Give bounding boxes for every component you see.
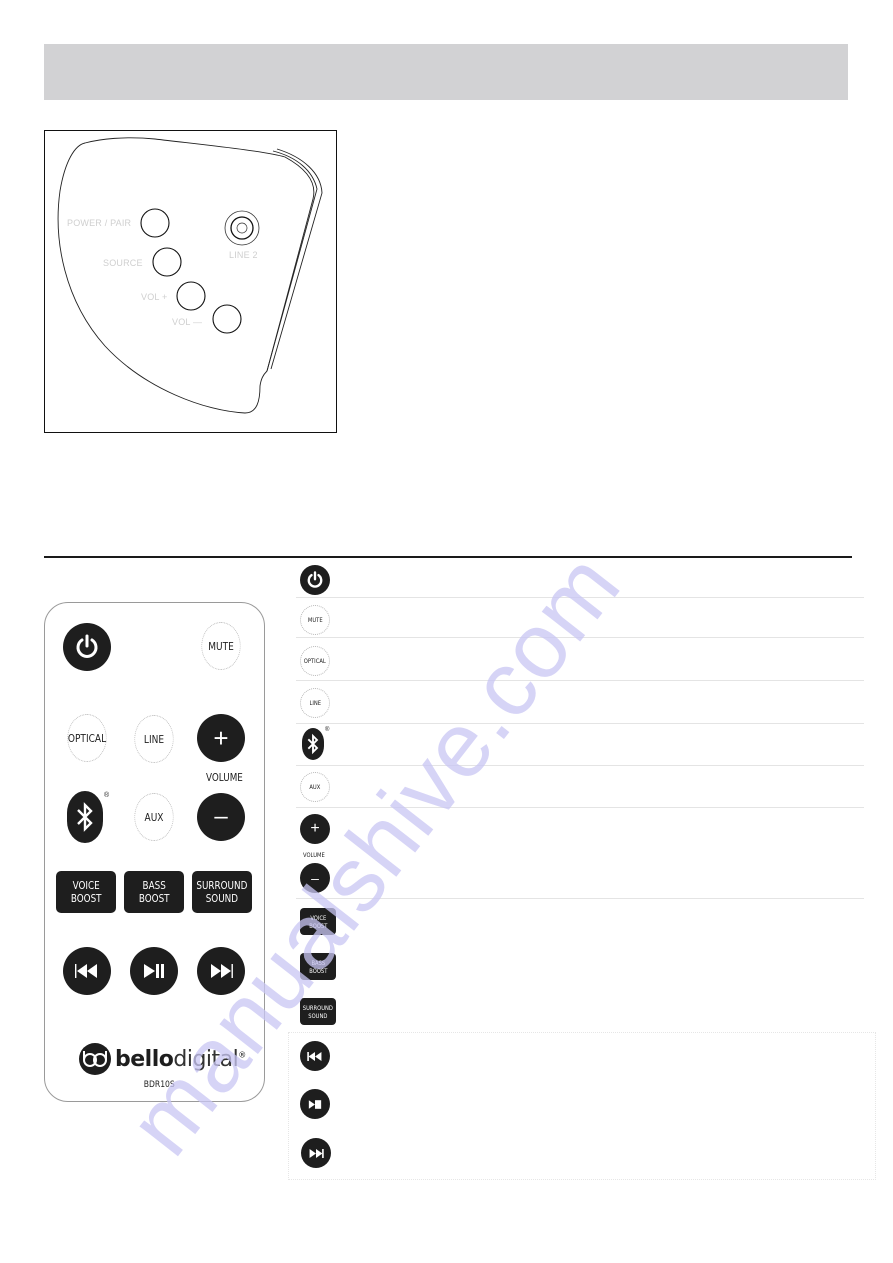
brand-bold: bello [115,1046,174,1072]
minus-icon: – [311,870,319,886]
surround-sound-label: SURROUND SOUND [196,879,248,905]
key-voice-boost-icon: VOICE BOOST [300,908,336,935]
section-divider [44,556,852,558]
key-surround-sound-label: SURROUND SOUND [302,1003,334,1020]
remote-power-button[interactable] [63,623,111,671]
vol-up-button-outline [176,281,206,311]
key-volume-up-icon: + [300,814,330,844]
key-power-icon [300,565,330,595]
remote-mute-button[interactable]: MUTE [201,622,241,670]
remote-previous-button[interactable] [63,947,111,995]
key-line-label: LINE [309,699,321,707]
play-pause-icon [144,964,164,978]
key-mute-icon: MUTE [300,605,330,635]
key-optical-label: OPTICAL [303,657,327,665]
power-pair-label: POWER / PAIR [67,218,132,228]
key-aux-label: AUX [309,783,321,791]
key-divider [296,597,864,598]
skip-previous-icon [307,1051,322,1061]
bluetooth-icon [77,802,93,832]
bluetooth-icon [307,733,319,755]
vol-down-button-outline [212,304,242,334]
vol-plus-label: VOL + [141,292,168,302]
key-divider [296,680,864,681]
power-pair-button-outline [140,208,170,238]
aux-label: AUX [144,810,164,824]
key-next-icon [301,1138,331,1168]
key-bass-boost-icon: BASS BOOST [300,953,336,980]
remote-volume-down-button[interactable]: – [197,793,245,841]
key-bass-boost-label: BASS BOOST [308,958,328,975]
remote-next-button[interactable] [197,947,245,995]
key-surround-sound-icon: SURROUND SOUND [300,998,336,1025]
source-label: SOURCE [103,258,143,268]
bass-boost-label: BASS BOOST [138,879,170,905]
line-label: LINE [143,732,165,746]
skip-next-icon [211,964,233,978]
remote-volume-up-button[interactable]: + [197,714,245,762]
remote-surround-sound-button[interactable]: SURROUND SOUND [192,871,252,913]
key-divider [296,898,864,899]
remote-voice-boost-button[interactable]: VOICE BOOST [56,871,116,913]
play-pause-icon [308,1099,322,1109]
remote-bluetooth-button[interactable] [67,791,103,843]
optical-label: OPTICAL [67,731,107,745]
key-aux-icon: AUX [300,772,330,802]
remote-bass-boost-button[interactable]: BASS BOOST [124,871,184,913]
key-volume-label: VOLUME [303,851,325,859]
key-divider [296,723,864,724]
line2-label: LINE 2 [229,250,258,260]
skip-next-icon [309,1148,324,1158]
mute-label: MUTE [208,639,234,653]
power-icon [76,634,98,658]
key-play-pause-icon [300,1089,330,1119]
skip-previous-icon [75,964,97,978]
plus-icon: + [310,820,320,837]
minus-icon: – [214,803,228,830]
key-divider [296,807,864,808]
page-header-bar [44,44,848,100]
key-divider [296,765,864,766]
key-divider [296,637,864,638]
key-optical-icon: OPTICAL [300,646,330,676]
key-previous-icon [300,1041,330,1071]
remote-play-pause-button[interactable] [130,947,178,995]
vol-minus-label: VOL — [172,317,203,327]
speaker-panel-diagram: POWER / PAIR SOURCE VOL + VOL — LINE 2 [44,130,337,433]
key-bluetooth-registered: ® [325,727,330,733]
remote-aux-button[interactable]: AUX [134,793,174,841]
model-number: BDR10S [143,1080,175,1090]
speaker-outline [57,137,323,414]
source-button-outline [152,247,182,277]
plus-icon: + [213,722,229,753]
volume-label: VOLUME [206,771,243,784]
bd-owl-logo-icon [79,1043,111,1075]
voice-boost-label: VOICE BOOST [70,879,102,905]
remote-optical-button[interactable]: OPTICAL [67,714,107,762]
brand-thin: digital [173,1046,239,1072]
bello-digital-logo: bellodigital® [79,1043,246,1075]
power-icon [307,571,323,588]
media-controls-group [288,1032,876,1180]
key-volume-down-icon: – [300,863,330,893]
brand-registered: ® [238,1050,246,1060]
remote-control: MUTE OPTICAL LINE + VOLUME ® AUX – VOICE… [44,602,265,1102]
key-line-icon: LINE [300,688,330,718]
key-bluetooth-icon [302,728,324,760]
registered-mark: ® [104,792,110,799]
key-voice-boost-label: VOICE BOOST [308,913,328,930]
key-mute-label: MUTE [307,616,323,624]
remote-line-button[interactable]: LINE [134,715,174,763]
